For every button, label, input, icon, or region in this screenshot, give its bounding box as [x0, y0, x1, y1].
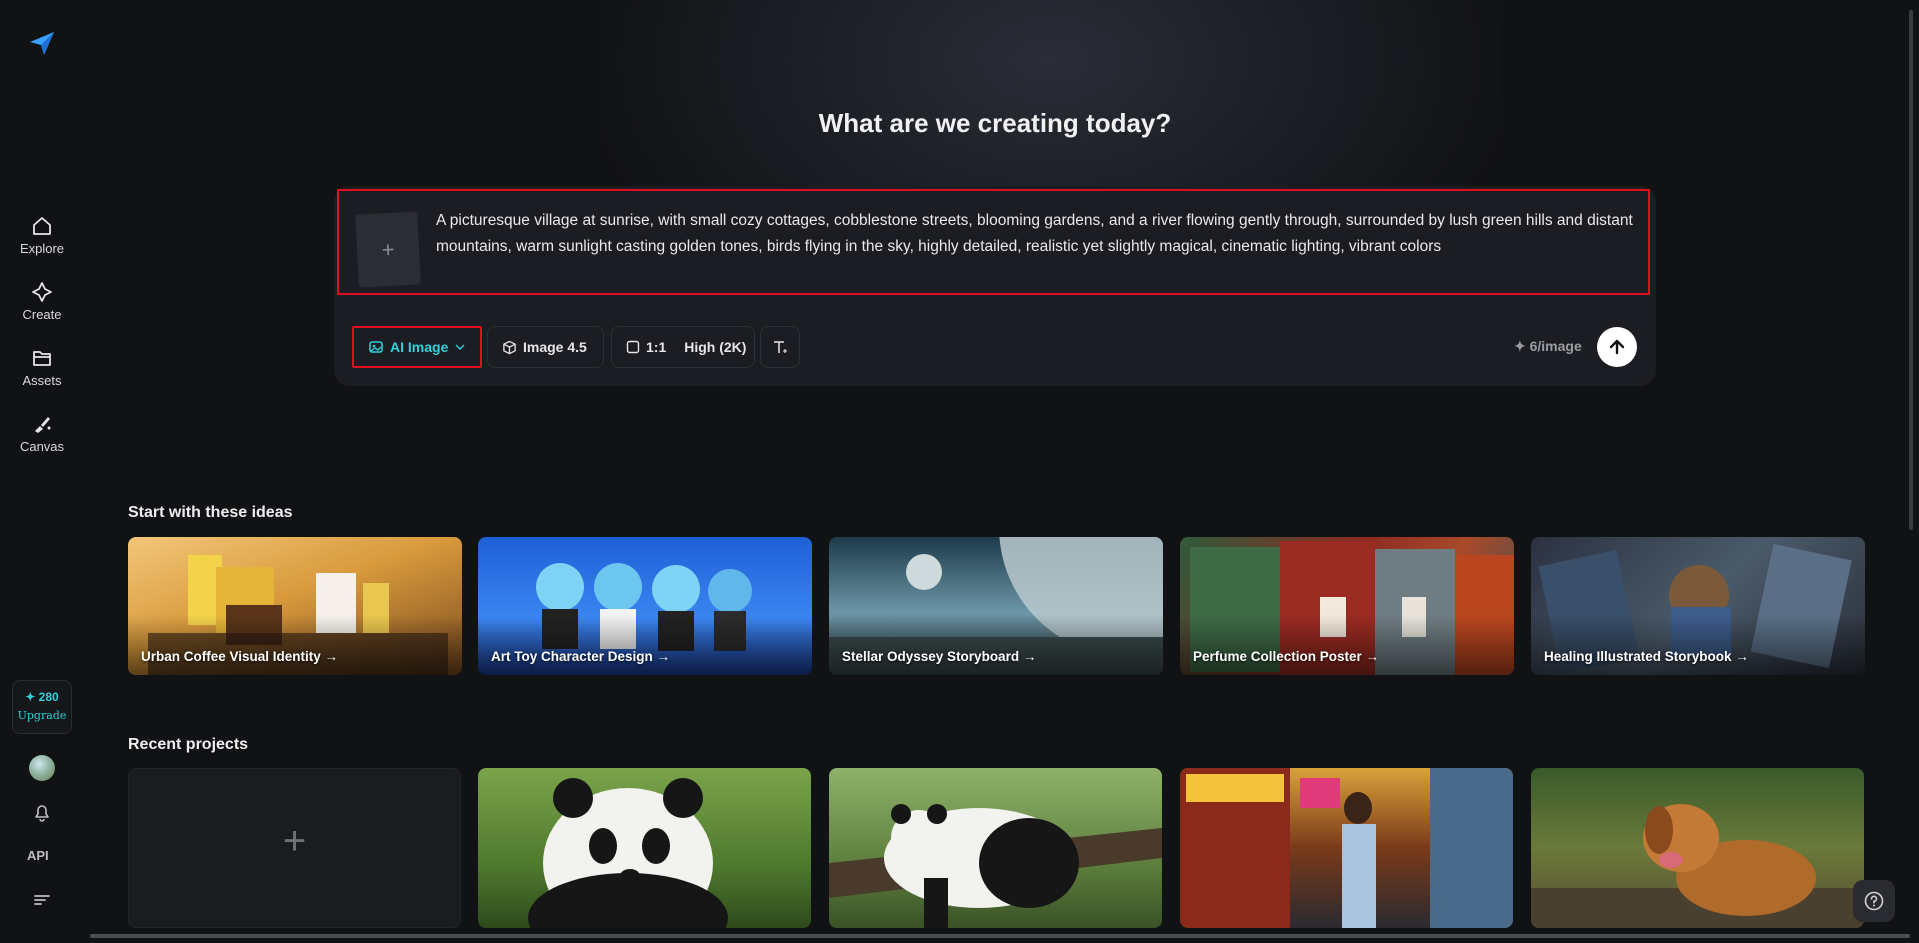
- text-style-button[interactable]: [760, 326, 800, 368]
- sidebar: Explore Create Assets Canvas ✦ 280 Upgra…: [0, 0, 84, 943]
- idea-card-stellar[interactable]: Stellar Odyssey Storyboard →: [829, 537, 1163, 675]
- idea-card-label: Art Toy Character Design →: [491, 649, 671, 664]
- api-link[interactable]: API: [27, 848, 49, 863]
- page-title: What are we creating today?: [818, 108, 1172, 138]
- new-project-card[interactable]: +: [128, 768, 461, 928]
- sidebar-item-label: Explore: [19, 241, 65, 256]
- idea-card-perfume[interactable]: Perfume Collection Poster →: [1180, 537, 1514, 675]
- avatar[interactable]: [29, 755, 55, 781]
- sidebar-item-canvas[interactable]: Canvas: [8, 413, 76, 467]
- vertical-scrollbar[interactable]: [1909, 10, 1913, 530]
- cost-per-image: ✦ 6/image: [1514, 338, 1582, 354]
- panda-eating-image: [528, 778, 728, 928]
- idea-card-label: Perfume Collection Poster →: [1193, 649, 1380, 664]
- idea-card-label: Healing Illustrated Storybook →: [1544, 649, 1749, 664]
- chevron-down-icon: [455, 344, 465, 350]
- sidebar-item-label: Canvas: [19, 439, 65, 454]
- cube-icon: [503, 340, 516, 354]
- panda-on-branch-image: [829, 804, 1162, 928]
- model-label: Image 4.5: [523, 339, 587, 355]
- project-card-dog[interactable]: [1531, 768, 1864, 928]
- text-format-icon: [774, 341, 787, 353]
- ai-image-icon: [369, 341, 383, 353]
- ratio-label: 1:1: [646, 339, 667, 355]
- ideas-section-title: Start with these ideas: [128, 504, 293, 521]
- sidebar-item-assets[interactable]: Assets: [8, 347, 76, 401]
- project-card-girl-street[interactable]: [1180, 768, 1513, 928]
- card-shade: [478, 615, 812, 675]
- sidebar-item-label: Assets: [22, 373, 62, 388]
- card-shade: [1531, 615, 1865, 675]
- sidebar-item-explore[interactable]: Explore: [8, 215, 76, 269]
- square-ratio-icon: [626, 340, 640, 354]
- credits-upgrade-box[interactable]: ✦ 280 Upgrade: [12, 680, 72, 734]
- idea-card-art-toy[interactable]: Art Toy Character Design →: [478, 537, 812, 675]
- ratio-quality-selector[interactable]: 1:1 High (2K): [611, 326, 755, 368]
- horizontal-scrollbar[interactable]: [90, 934, 1910, 938]
- upgrade-link[interactable]: Upgrade: [13, 709, 71, 722]
- credits-count: ✦ 280: [25, 690, 59, 704]
- girl-city-street-image: [1180, 768, 1513, 928]
- idea-card-label: Stellar Odyssey Storyboard →: [842, 649, 1037, 664]
- help-button[interactable]: [1853, 880, 1895, 922]
- idea-card-label: Urban Coffee Visual Identity →: [141, 649, 339, 664]
- card-shade: [1180, 615, 1514, 675]
- question-icon: [1864, 891, 1884, 911]
- model-selector[interactable]: Image 4.5: [487, 326, 604, 368]
- generate-button[interactable]: [1597, 327, 1637, 367]
- wet-dog-image: [1531, 804, 1864, 928]
- folder-icon: [33, 351, 51, 366]
- recent-projects-title: Recent projects: [128, 736, 249, 753]
- sparkle-icon: [32, 282, 52, 302]
- project-card-panda-branch[interactable]: [829, 768, 1162, 928]
- idea-card-coffee[interactable]: Urban Coffee Visual Identity →: [128, 537, 462, 675]
- upload-reference-button[interactable]: +: [355, 211, 421, 288]
- card-shade: [128, 615, 462, 675]
- mode-label: AI Image: [390, 339, 449, 355]
- sidebar-item-create[interactable]: Create: [8, 281, 76, 335]
- brush-icon: [35, 417, 51, 433]
- menu-icon[interactable]: [28, 886, 56, 914]
- bell-icon[interactable]: [28, 798, 56, 826]
- project-card-panda-eating[interactable]: [478, 768, 811, 928]
- plus-icon: +: [282, 819, 307, 863]
- sidebar-item-label: Create: [22, 307, 62, 322]
- mode-dropdown[interactable]: AI Image: [352, 326, 482, 368]
- app-logo-icon[interactable]: [27, 28, 57, 58]
- prompt-text[interactable]: A picturesque village at sunrise, with s…: [436, 208, 1636, 260]
- home-icon: [33, 217, 51, 235]
- quality-label: High (2K): [684, 339, 747, 355]
- idea-card-storybook[interactable]: Healing Illustrated Storybook →: [1531, 537, 1865, 675]
- card-shade: [829, 615, 1163, 675]
- arrow-up-icon: [1609, 339, 1625, 355]
